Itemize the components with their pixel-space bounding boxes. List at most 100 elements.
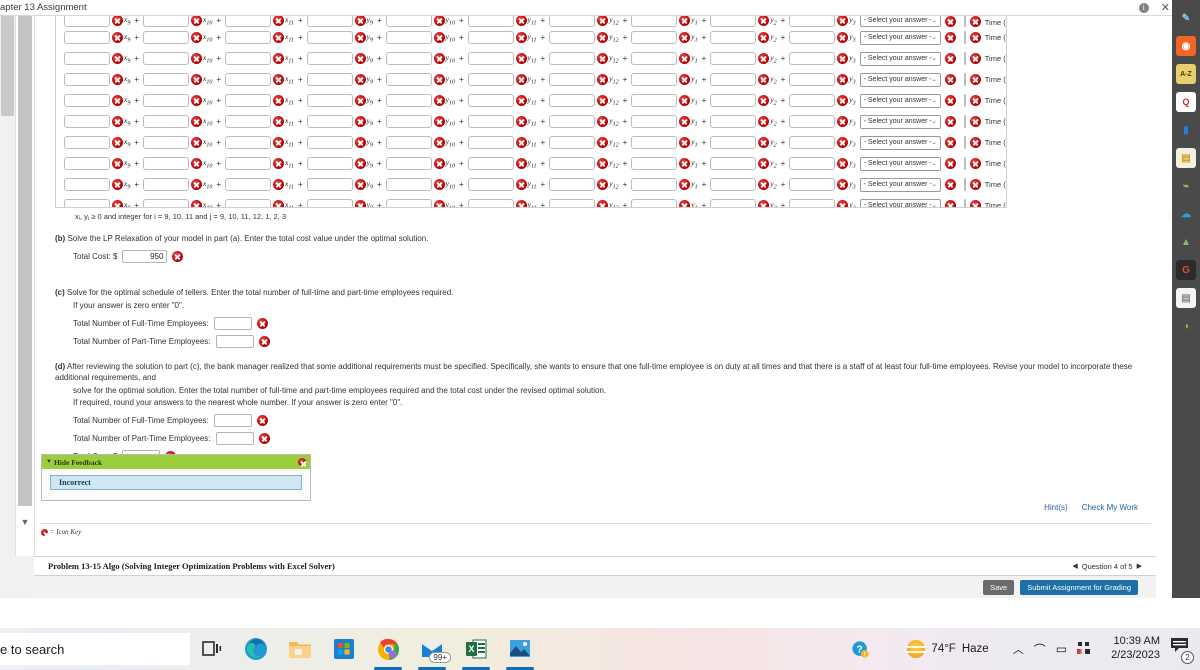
comparison-operator-select[interactable]: - Select your answer - ⌄ <box>859 72 941 87</box>
coefficient-input[interactable] <box>789 199 836 207</box>
comparison-operator-select[interactable]: - Select your answer - ⌄ <box>859 114 941 129</box>
coefficient-input[interactable] <box>631 73 678 86</box>
coefficient-input[interactable] <box>789 115 836 128</box>
part-c-full-time-input[interactable] <box>213 316 252 330</box>
coefficient-input[interactable] <box>64 31 110 44</box>
coefficient-input[interactable] <box>467 178 514 191</box>
coefficient-input[interactable] <box>64 157 110 170</box>
coefficient-input[interactable] <box>64 178 110 191</box>
coefficient-input[interactable] <box>225 115 272 128</box>
submit-assignment-button[interactable]: Submit Assignment for Grading <box>1020 579 1138 595</box>
coefficient-input[interactable] <box>64 199 110 207</box>
coefficient-input[interactable] <box>467 115 514 128</box>
coefficient-input[interactable] <box>64 115 110 128</box>
taskbar-clock[interactable]: 10:39 AM 2/23/2023 <box>1111 635 1160 663</box>
rhs-value-input[interactable] <box>963 178 966 191</box>
coefficient-input[interactable] <box>467 157 514 170</box>
coefficient-input[interactable] <box>549 115 596 128</box>
coefficient-input[interactable] <box>467 199 514 207</box>
comparison-operator-select[interactable]: - Select your answer - ⌄ <box>859 135 941 150</box>
part-d-full-time-input[interactable] <box>213 414 252 428</box>
coefficient-input[interactable] <box>549 136 596 149</box>
coefficient-input[interactable] <box>631 94 678 107</box>
coefficient-input[interactable] <box>789 94 836 107</box>
coefficient-input[interactable] <box>710 16 757 27</box>
coefficient-input[interactable] <box>225 157 272 170</box>
coefficient-input[interactable] <box>631 178 678 191</box>
coefficient-input[interactable] <box>306 136 353 149</box>
info-icon[interactable]: i <box>1138 3 1149 13</box>
coefficient-input[interactable] <box>631 31 678 44</box>
browser-tab-title[interactable]: apter 13 Assignment <box>0 2 87 13</box>
coefficient-input[interactable] <box>549 178 596 191</box>
coefficient-input[interactable] <box>549 73 596 86</box>
coefficient-input[interactable] <box>143 94 190 107</box>
feedback-close-icon[interactable] <box>298 458 306 466</box>
coefficient-input[interactable] <box>789 157 836 170</box>
coefficient-input[interactable] <box>385 94 432 107</box>
question-mark-icon[interactable]: ? ! <box>845 628 875 670</box>
scroll-down-arrow-icon[interactable]: ▼ <box>16 514 34 530</box>
coefficient-input[interactable] <box>225 31 272 44</box>
coefficient-input[interactable] <box>631 157 678 170</box>
lined-paper-icon[interactable]: ▤ <box>1176 288 1196 308</box>
coefficient-input[interactable] <box>64 52 110 65</box>
coefficient-input[interactable] <box>64 16 110 27</box>
save-button[interactable]: Save <box>983 579 1015 595</box>
grammarly-icon[interactable]: G <box>1176 260 1196 280</box>
quizlet-icon[interactable]: Q <box>1176 92 1196 112</box>
coefficient-input[interactable] <box>225 199 272 207</box>
coefficient-input[interactable] <box>789 16 836 27</box>
coefficient-input[interactable] <box>225 136 272 149</box>
file-explorer-icon[interactable] <box>278 628 322 670</box>
coefficient-input[interactable] <box>549 199 596 207</box>
coefficient-input[interactable] <box>143 178 190 191</box>
blue-book-icon[interactable]: ▮ <box>1176 120 1196 140</box>
mail-icon[interactable]: 99+ <box>410 628 454 670</box>
coefficient-input[interactable] <box>710 157 757 170</box>
rhs-value-input[interactable] <box>963 157 966 170</box>
page-scrollbar-thumb[interactable] <box>1 16 14 116</box>
coefficient-input[interactable] <box>549 157 596 170</box>
coefficient-input[interactable] <box>631 16 678 27</box>
coefficient-input[interactable] <box>143 16 190 27</box>
coefficient-input[interactable] <box>710 52 757 65</box>
comparison-operator-select[interactable]: - Select your answer - ⌄ <box>859 156 941 171</box>
coefficient-input[interactable] <box>306 52 353 65</box>
rhs-value-input[interactable] <box>963 31 966 44</box>
notepad-edit-icon[interactable]: ▤ <box>1176 148 1196 168</box>
coefficient-input[interactable] <box>385 52 432 65</box>
highlighter-pen-icon[interactable]: ✎ <box>1176 8 1196 28</box>
grammar-check-icon[interactable]: ⌁ <box>1176 176 1196 196</box>
coefficient-input[interactable] <box>789 73 836 86</box>
coefficient-input[interactable] <box>385 16 432 27</box>
comparison-operator-select[interactable]: - Select your answer - ⌄ <box>859 93 941 108</box>
rss-feed-icon[interactable]: ◉ <box>1176 36 1196 56</box>
coefficient-input[interactable] <box>467 73 514 86</box>
weather-widget[interactable]: 74°F Haze <box>906 640 989 658</box>
coefficient-input[interactable] <box>143 115 190 128</box>
coefficient-input[interactable] <box>385 157 432 170</box>
rhs-value-input[interactable] <box>963 52 966 65</box>
page-scrollbar-track[interactable] <box>0 16 16 630</box>
coefficient-input[interactable] <box>549 94 596 107</box>
coefficient-input[interactable] <box>385 178 432 191</box>
coefficient-input[interactable] <box>306 94 353 107</box>
coefficient-input[interactable] <box>789 31 836 44</box>
coefficient-input[interactable] <box>306 115 353 128</box>
coefficient-input[interactable] <box>385 115 432 128</box>
coefficient-input[interactable] <box>789 52 836 65</box>
hints-link[interactable]: Hint(s) <box>1044 503 1068 512</box>
part-d-part-time-input[interactable] <box>215 432 254 446</box>
coefficient-input[interactable] <box>549 52 596 65</box>
evernote-icon[interactable]: ◑ <box>1176 316 1196 336</box>
task-view-icon[interactable] <box>190 628 234 670</box>
coefficient-input[interactable] <box>467 31 514 44</box>
microsoft-store-icon[interactable] <box>322 628 366 670</box>
coefficient-input[interactable] <box>631 115 678 128</box>
coefficient-input[interactable] <box>385 31 432 44</box>
coefficient-input[interactable] <box>710 73 757 86</box>
rhs-value-input[interactable] <box>963 16 966 27</box>
rhs-value-input[interactable] <box>963 199 966 207</box>
part-c-part-time-input[interactable] <box>215 334 254 348</box>
